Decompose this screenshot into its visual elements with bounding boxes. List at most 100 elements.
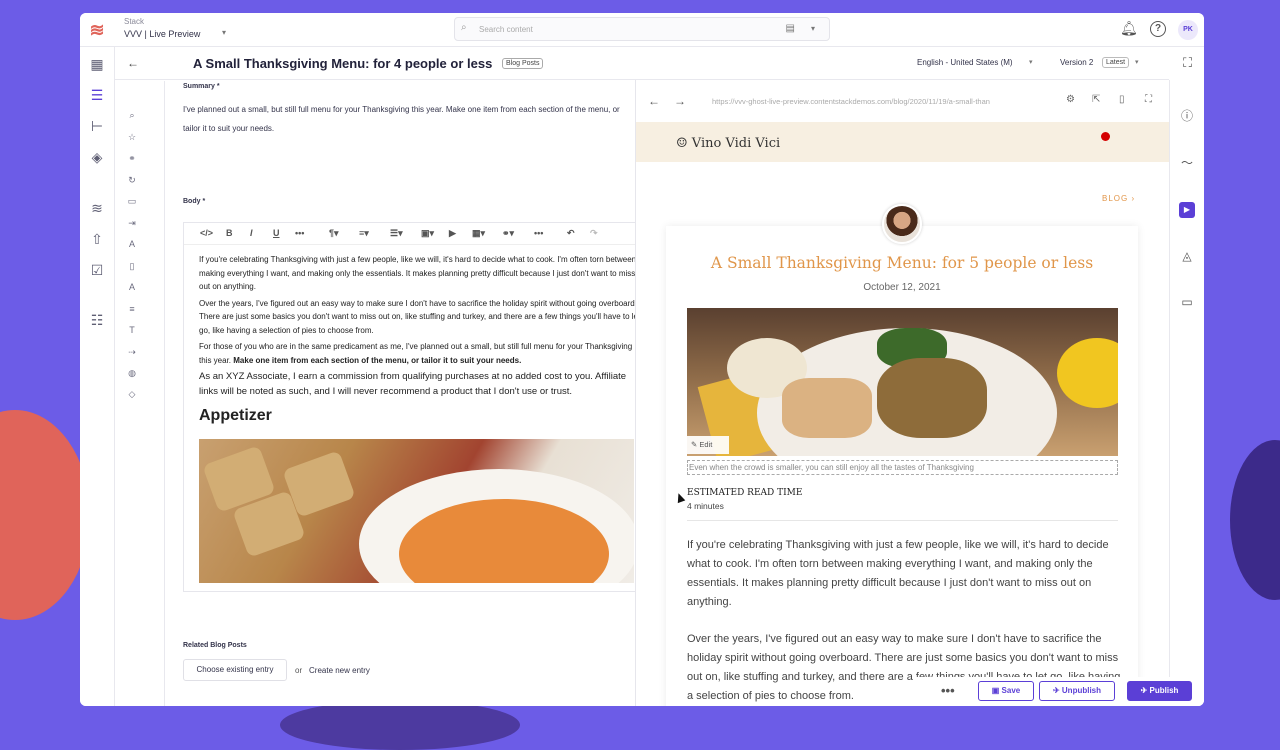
appetizer-photo[interactable] bbox=[199, 439, 634, 583]
unpublish-button[interactable]: ✈ Unpublish bbox=[1039, 681, 1115, 701]
entries-icon[interactable]: ☰ bbox=[88, 86, 106, 104]
align-icon[interactable]: ≡▾ bbox=[359, 228, 369, 239]
stack-label: Stack bbox=[124, 17, 145, 26]
publish-button[interactable]: ✈ Publish bbox=[1127, 681, 1192, 701]
search-icon[interactable]: ⌕ bbox=[126, 109, 138, 121]
choose-existing-entry-button[interactable]: Choose existing entry bbox=[183, 659, 287, 681]
create-new-entry-link[interactable]: Create new entry bbox=[309, 666, 370, 675]
filter-icon[interactable]: ▤ bbox=[786, 23, 795, 34]
publish-label: Publish bbox=[1149, 686, 1179, 695]
link-icon[interactable]: ⚭▾ bbox=[502, 228, 514, 239]
wine-glass-icon: ☺︎ bbox=[676, 136, 688, 151]
video-icon[interactable]: ▶ bbox=[449, 228, 456, 239]
background-blob-bottom bbox=[280, 700, 520, 750]
reference-icon[interactable]: ⇢ bbox=[126, 346, 138, 358]
assets-layers-icon[interactable]: ◈ bbox=[88, 148, 106, 166]
stack-selector[interactable]: VVV | Live Preview bbox=[124, 29, 200, 39]
article-title[interactable]: A Small Thanksgiving Menu: for 5 people … bbox=[666, 254, 1138, 272]
align-icon[interactable]: ≡ bbox=[126, 303, 138, 315]
bold-icon[interactable]: B bbox=[226, 228, 233, 238]
record-indicator-icon bbox=[1101, 132, 1110, 141]
redo-icon[interactable]: ↷ bbox=[590, 228, 598, 239]
arrow-right-icon[interactable]: → bbox=[674, 94, 686, 108]
image-caption[interactable]: Even when the crowd is smaller, you can … bbox=[687, 460, 1118, 475]
chevron-down-icon[interactable]: ▾ bbox=[222, 28, 226, 37]
more-icon[interactable]: ••• bbox=[534, 228, 543, 238]
help-icon[interactable]: ? bbox=[1150, 21, 1166, 37]
more-icon[interactable]: ••• bbox=[295, 228, 304, 238]
body-rich-text-editor[interactable]: </> B I U ••• ¶▾ ≡▾ ☰▾ ▣▾ ▶ ▦▾ ⚭▾ ••• ↶ … bbox=[183, 222, 635, 592]
table-icon[interactable]: ▦▾ bbox=[472, 228, 485, 239]
list-icon[interactable]: ☰▾ bbox=[390, 228, 403, 239]
database-icon[interactable]: ▭ bbox=[126, 195, 138, 207]
edit-button[interactable]: ✎ Edit bbox=[687, 436, 729, 454]
gear-icon[interactable]: ⚙ bbox=[1066, 94, 1075, 105]
author-avatar bbox=[882, 204, 922, 244]
document-icon[interactable]: ▯ bbox=[126, 260, 138, 272]
external-link-icon[interactable]: ⇱ bbox=[1092, 94, 1100, 105]
arrow-left-icon[interactable]: ← bbox=[648, 94, 660, 108]
activity-icon[interactable]: 〜 bbox=[1179, 155, 1195, 171]
body-content[interactable]: If you're celebrating Thanksgiving with … bbox=[199, 253, 635, 402]
version-selector[interactable]: Version 2 bbox=[1060, 58, 1093, 67]
avatar[interactable]: PK bbox=[1178, 20, 1198, 40]
dashboard-icon[interactable]: ▦ bbox=[88, 55, 106, 73]
device-icon[interactable]: ▯ bbox=[1119, 94, 1125, 105]
article-hero-image[interactable] bbox=[687, 308, 1118, 456]
paragraph-icon[interactable]: ¶▾ bbox=[329, 228, 339, 239]
photo-detail bbox=[1057, 338, 1118, 408]
undo-icon[interactable]: ↶ bbox=[567, 228, 575, 239]
fullscreen-icon[interactable]: ⛶ bbox=[1183, 55, 1192, 71]
bell-icon[interactable]: 🔔︎ bbox=[1120, 20, 1138, 37]
info-icon[interactable]: ⓘ bbox=[1179, 108, 1195, 124]
chevron-down-icon[interactable]: ▾ bbox=[1029, 58, 1033, 66]
contentstack-logo-icon[interactable]: ≋ bbox=[86, 19, 108, 41]
chevron-down-icon[interactable]: ▾ bbox=[811, 24, 815, 33]
tasks-clipboard-icon[interactable]: ☑ bbox=[88, 261, 106, 279]
live-preview-icon[interactable]: ▶ bbox=[1179, 202, 1195, 218]
globe-icon[interactable]: ◍ bbox=[126, 367, 138, 379]
locale-selector[interactable]: English - United States (M) bbox=[917, 58, 1013, 67]
sync-icon[interactable]: ↻ bbox=[126, 174, 138, 186]
star-icon[interactable]: ☆ bbox=[126, 131, 138, 143]
search-input[interactable]: ⌕ Search content ▤ ▾ bbox=[454, 17, 830, 41]
top-bar: ≋ Stack VVV | Live Preview ▾ ⌕ Search co… bbox=[80, 13, 1204, 47]
more-options-icon[interactable]: ••• bbox=[941, 683, 955, 698]
site-header: ☺︎ Vino Vidi Vici bbox=[636, 122, 1169, 162]
entry-header: ← A Small Thanksgiving Menu: for 4 peopl… bbox=[115, 47, 1192, 80]
content-model-icon[interactable]: ⊢ bbox=[88, 117, 106, 135]
right-side-panel-rail: ⓘ 〜 ▶ ◬ ▭ bbox=[1169, 80, 1204, 706]
code-icon[interactable]: </> bbox=[200, 228, 213, 238]
blog-link-label: BLOG bbox=[1102, 194, 1129, 203]
export-icon[interactable]: ⇥ bbox=[126, 217, 138, 229]
background-blob-indigo bbox=[1230, 440, 1280, 600]
comments-icon[interactable]: ▭ bbox=[1179, 294, 1195, 310]
tag-icon[interactable]: ◇ bbox=[126, 388, 138, 400]
shapes-icon[interactable]: ◬ bbox=[1179, 248, 1195, 264]
connectivity-icon[interactable]: ≋ bbox=[88, 199, 106, 217]
chevron-down-icon[interactable]: ▾ bbox=[1135, 58, 1139, 66]
appetizer-heading: Appetizer bbox=[199, 407, 272, 424]
image-icon[interactable]: ▣▾ bbox=[421, 228, 434, 239]
site-name: Vino Vidi Vici bbox=[691, 136, 781, 151]
summary-field[interactable]: I've planned out a small, but still full… bbox=[183, 100, 635, 138]
preview-url[interactable]: https://vvv-ghost-live-preview.contentst… bbox=[712, 97, 1042, 106]
back-arrow-icon[interactable]: ← bbox=[127, 56, 139, 70]
expand-icon[interactable]: ⛶ bbox=[1145, 94, 1152, 105]
deploy-upload-icon[interactable]: ⇧ bbox=[88, 230, 106, 248]
text-underline-icon[interactable]: A bbox=[126, 281, 138, 293]
text-a-icon[interactable]: A bbox=[126, 238, 138, 250]
underline-icon[interactable]: U bbox=[273, 228, 280, 238]
entry-title: A Small Thanksgiving Menu: for 4 people … bbox=[193, 56, 493, 71]
site-logo[interactable]: ☺︎ Vino Vidi Vici bbox=[676, 136, 780, 151]
save-button[interactable]: ▣ Save bbox=[978, 681, 1034, 701]
unpublish-label: Unpublish bbox=[1061, 686, 1102, 695]
body-label: Body * bbox=[183, 198, 206, 205]
latest-badge: Latest bbox=[1102, 57, 1130, 68]
link-icon[interactable]: ⚭ bbox=[126, 152, 138, 164]
settings-sliders-icon[interactable]: ☷ bbox=[88, 311, 106, 329]
italic-icon[interactable]: I bbox=[250, 228, 253, 238]
body-paragraph: For those of you who are in the same pre… bbox=[199, 340, 635, 367]
blog-nav-link[interactable]: BLOG › bbox=[1102, 194, 1135, 203]
text-t-icon[interactable]: T bbox=[126, 324, 138, 336]
